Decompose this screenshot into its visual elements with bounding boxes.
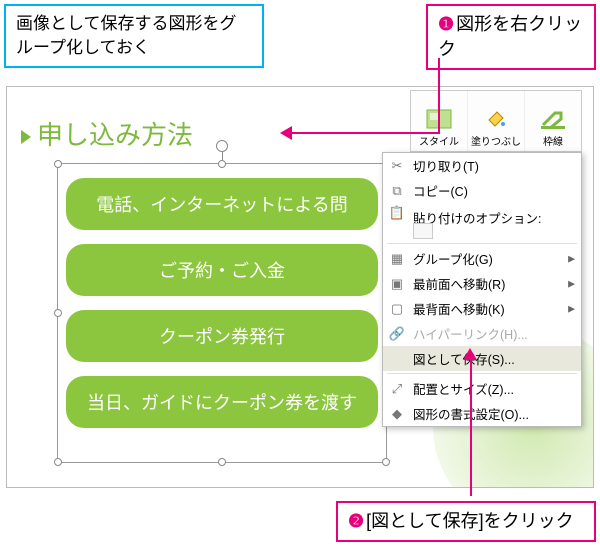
slide-title-text: 申し込み方法 <box>37 120 193 150</box>
instruction-note: 画像として保存する図形をグループ化しておく <box>4 4 264 68</box>
menu-label: 最背面へ移動(K) <box>413 299 505 318</box>
annotation-arrow <box>438 58 440 134</box>
menu-separator <box>387 373 577 374</box>
shape-item[interactable]: クーポン券発行 <box>66 310 378 362</box>
menu-separator <box>387 243 577 244</box>
paste-icon: 📋 <box>388 204 406 222</box>
callout-number: ❷ <box>348 509 364 534</box>
callout-step-1: ❶図形を右クリック <box>426 4 596 70</box>
menu-send-back[interactable]: ▢ 最背面へ移動(K) ▶ <box>383 296 581 321</box>
shape-text: 電話、インターネットによる問 <box>96 191 347 217</box>
outline-icon <box>539 105 567 133</box>
cut-icon: ✂ <box>388 157 406 175</box>
menu-group[interactable]: ▦ グループ化(G) ▶ <box>383 246 581 271</box>
callout-text: 図形を右クリック <box>438 14 582 59</box>
menu-label: 切り取り(T) <box>413 156 479 175</box>
send-back-icon: ▢ <box>388 300 406 318</box>
selection-handle[interactable] <box>382 458 390 466</box>
title-bullet-icon <box>21 130 31 144</box>
group-icon: ▦ <box>388 250 406 268</box>
menu-label: グループ化(G) <box>413 249 493 268</box>
shape-item[interactable]: ご予約・ご入金 <box>66 244 378 296</box>
menu-bring-front[interactable]: ▣ 最前面へ移動(R) ▶ <box>383 271 581 296</box>
menu-label: 配置とサイズ(Z)... <box>413 379 514 398</box>
outline-button[interactable]: 枠線 <box>525 91 581 151</box>
mini-toolbar: スタイル 塗りつぶし 枠線 <box>410 90 582 152</box>
submenu-arrow-icon: ▶ <box>568 303 575 314</box>
submenu-arrow-icon: ▶ <box>568 253 575 264</box>
instruction-text: 画像として保存する図形をグループ化しておく <box>16 14 237 57</box>
outline-label: 枠線 <box>543 133 563 148</box>
submenu-arrow-icon: ▶ <box>568 278 575 289</box>
menu-format-shape[interactable]: ◆ 図形の書式設定(O)... <box>383 401 581 426</box>
shape-text: クーポン券発行 <box>159 323 285 349</box>
paste-option-icon[interactable] <box>413 223 433 239</box>
callout-text: [図として保存]をクリック <box>366 511 573 531</box>
annotation-arrowhead-icon <box>463 348 477 360</box>
fill-icon <box>482 105 510 133</box>
grouped-shapes-selection[interactable]: 電話、インターネットによる問 ご予約・ご入金 クーポン券発行 当日、ガイドにクー… <box>57 163 387 463</box>
shape-text: 当日、ガイドにクーポン券を渡す <box>87 389 357 415</box>
fill-label: 塗りつぶし <box>471 133 521 148</box>
slide-title: 申し込み方法 <box>21 115 193 152</box>
size-position-icon: ⤢ <box>388 380 406 398</box>
annotation-arrow <box>470 356 472 496</box>
menu-label: 最前面へ移動(R) <box>413 274 505 293</box>
context-menu: ✂ 切り取り(T) ⧉ コピー(C) 📋 貼り付けのオプション: ▦ グループ化… <box>382 152 582 427</box>
callout-number: ❶ <box>438 12 454 37</box>
rotation-handle[interactable] <box>216 140 228 152</box>
selection-handle[interactable] <box>54 160 62 168</box>
menu-cut[interactable]: ✂ 切り取り(T) <box>383 153 581 178</box>
shape-text: ご予約・ご入金 <box>159 257 285 283</box>
fill-button[interactable]: 塗りつぶし <box>468 91 525 151</box>
annotation-arrow <box>290 132 440 134</box>
menu-copy[interactable]: ⧉ コピー(C) <box>383 178 581 203</box>
menu-label: ハイパーリンク(H)... <box>413 324 528 343</box>
callout-step-2: ❷[図として保存]をクリック <box>336 501 596 542</box>
bring-front-icon: ▣ <box>388 275 406 293</box>
menu-paste-options[interactable]: 📋 貼り付けのオプション: <box>383 203 581 241</box>
shape-item[interactable]: 当日、ガイドにクーポン券を渡す <box>66 376 378 428</box>
menu-label: コピー(C) <box>413 181 468 200</box>
menu-save-as-picture[interactable]: 図として保存(S)... <box>383 346 581 371</box>
copy-icon: ⧉ <box>388 182 406 200</box>
format-shape-icon: ◆ <box>388 405 406 423</box>
selection-handle[interactable] <box>54 458 62 466</box>
selection-handle[interactable] <box>54 309 62 317</box>
hyperlink-icon: 🔗 <box>388 325 406 343</box>
selection-handle[interactable] <box>218 458 226 466</box>
menu-size-position[interactable]: ⤢ 配置とサイズ(Z)... <box>383 376 581 401</box>
menu-hyperlink: 🔗 ハイパーリンク(H)... <box>383 321 581 346</box>
selection-handle[interactable] <box>218 160 226 168</box>
annotation-arrowhead-icon <box>280 126 292 140</box>
style-label: スタイル <box>419 133 459 148</box>
shape-item[interactable]: 電話、インターネットによる問 <box>66 178 378 230</box>
